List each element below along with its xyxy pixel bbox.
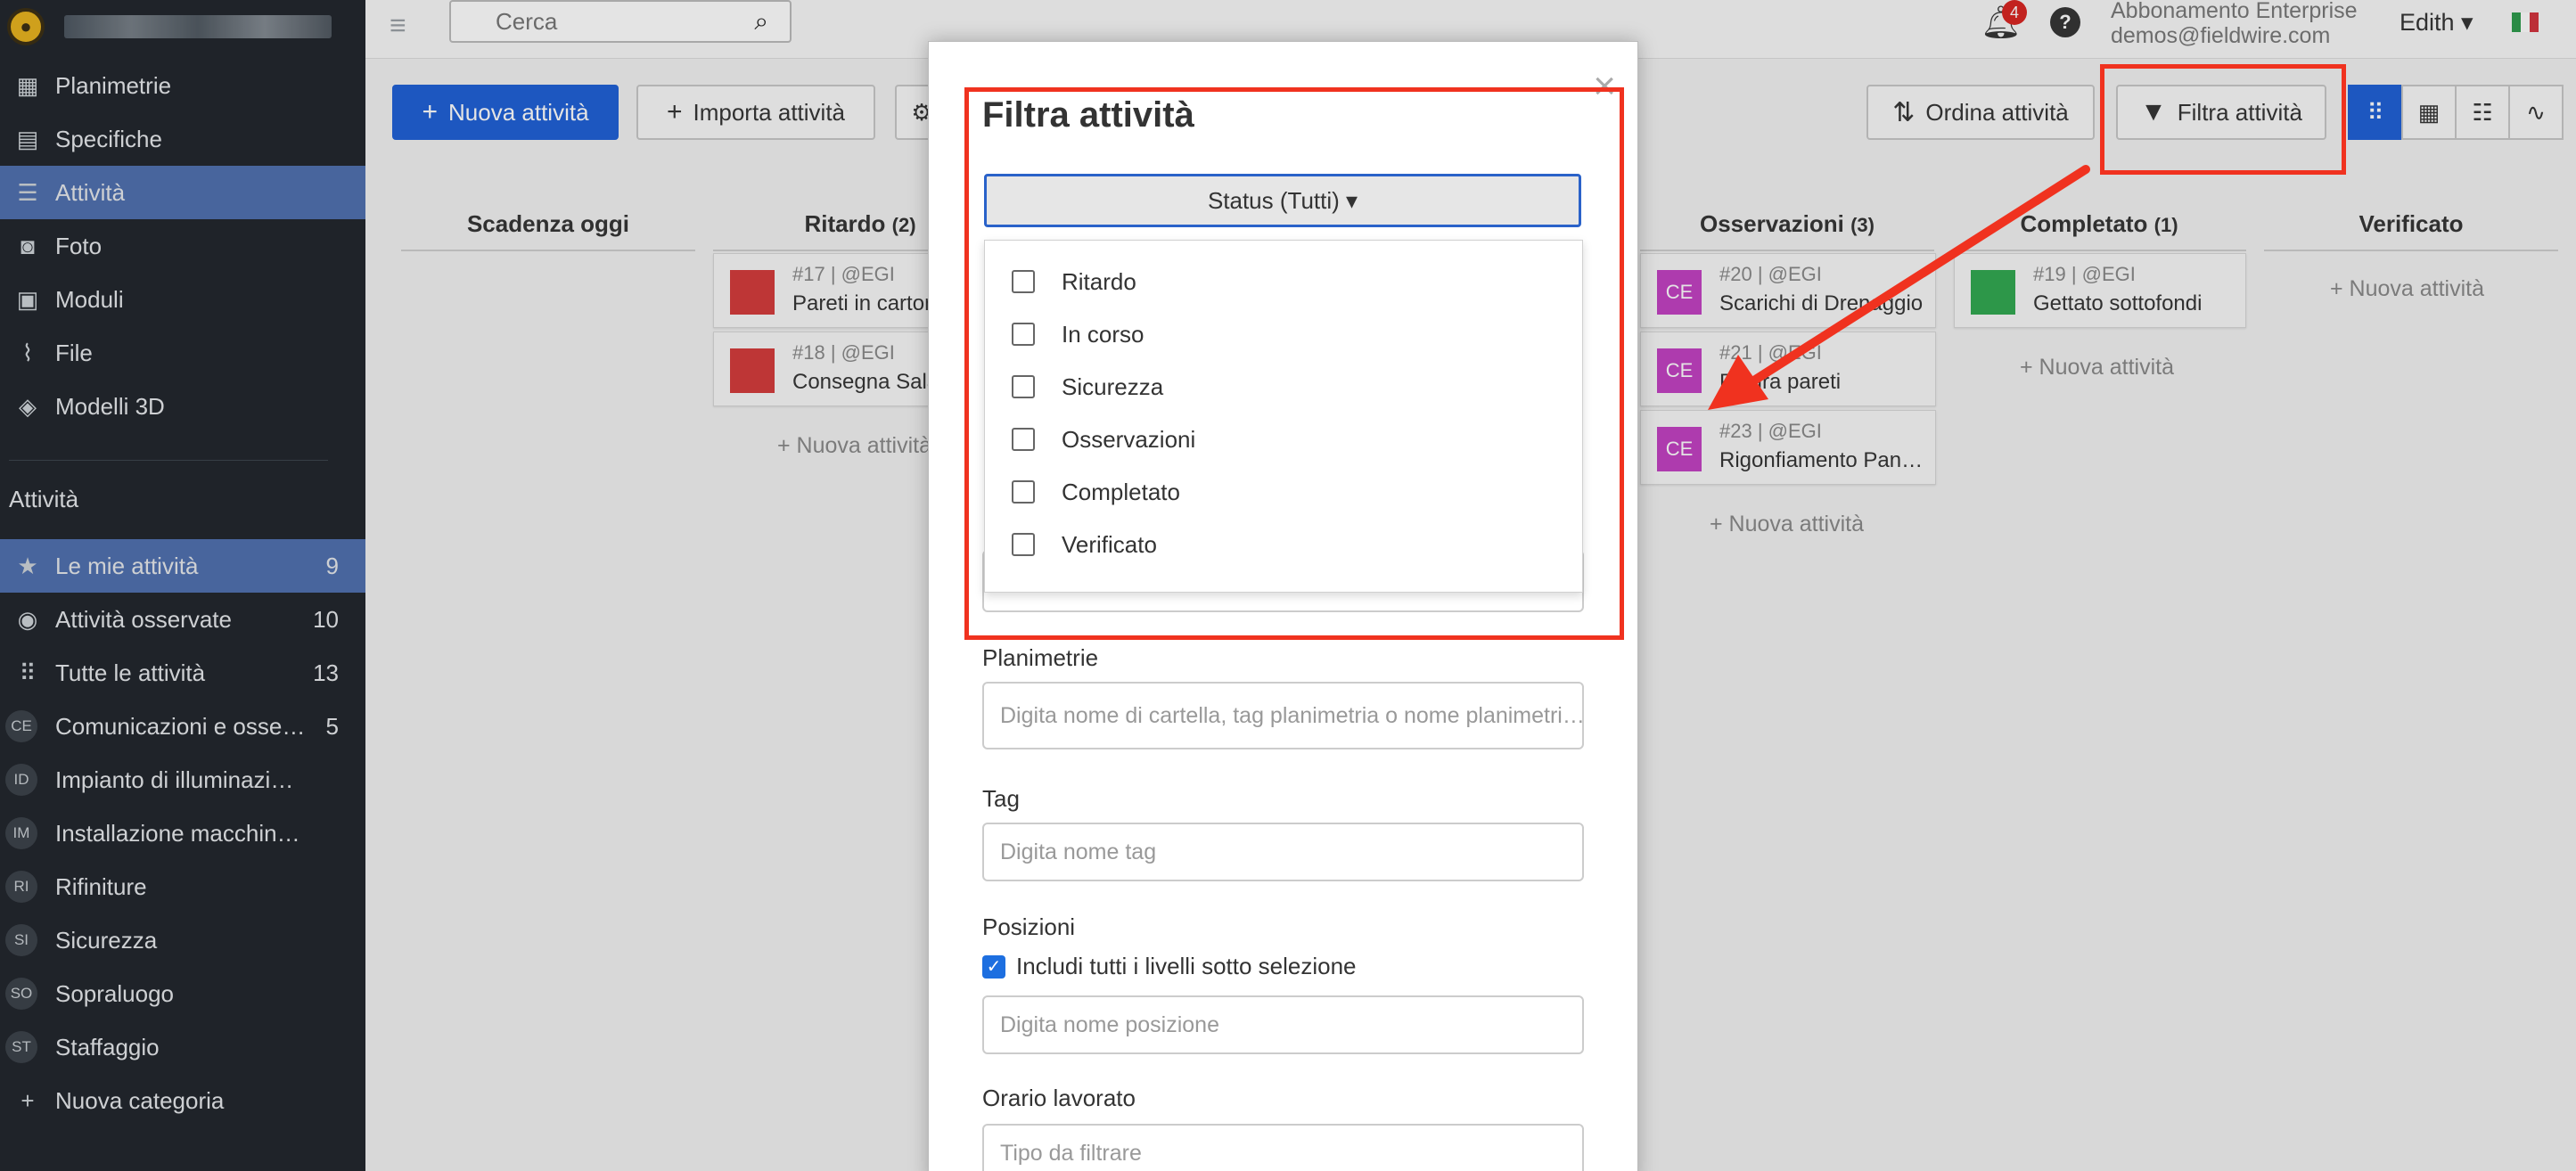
annotation-arrow-icon [1708, 165, 2090, 410]
